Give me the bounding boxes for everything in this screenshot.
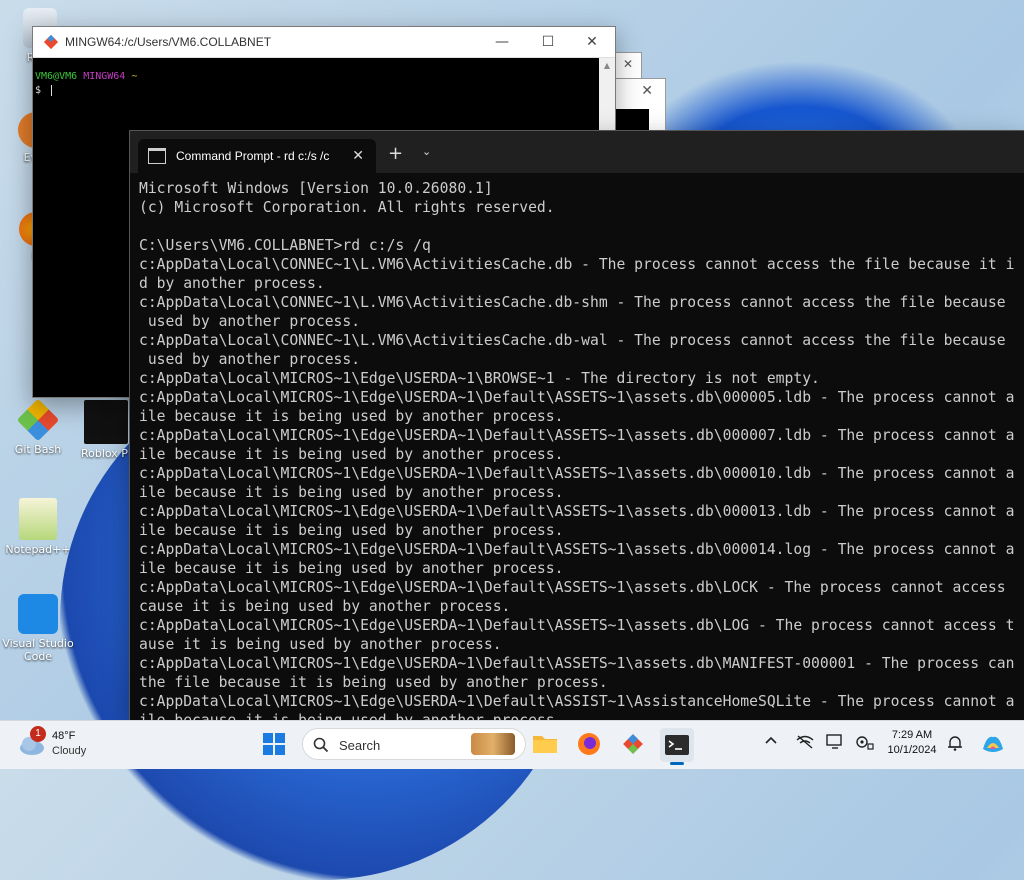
tray-copilot[interactable] — [980, 731, 1006, 757]
prompt-env: MINGW64 — [83, 71, 126, 82]
command-prompt-window[interactable]: Command Prompt - rd c:/s /c ✕ + ⌄ Micros… — [129, 130, 1024, 721]
terminal-line: the file because it is being used by ano… — [139, 674, 608, 691]
roblox-icon — [84, 400, 128, 444]
bash-input-line[interactable]: $ — [35, 84, 599, 98]
terminal-line: c:AppData\Local\CONNEC~1\L.VM6\Activitie… — [139, 332, 1006, 349]
text-cursor — [51, 84, 53, 96]
tray-network[interactable] — [796, 734, 814, 752]
gear-icon — [856, 736, 874, 750]
tray-clock[interactable]: 7:29 AM 10/1/2024 — [882, 727, 942, 763]
search-icon — [313, 737, 329, 753]
notepad-plus-plus-icon — [19, 498, 57, 540]
new-tab-button[interactable]: + — [388, 143, 403, 164]
git-bash-icon — [16, 398, 60, 442]
terminal-line: c:AppData\Local\MICROS~1\Edge\USERDA~1\D… — [139, 427, 1015, 444]
terminal-line: c:AppData\Local\MICROS~1\Edge\USERDA~1\D… — [139, 693, 1015, 710]
terminal-icon — [665, 735, 689, 755]
cmd-icon — [148, 148, 166, 164]
notification-badge: 1 — [30, 726, 46, 742]
terminal-line: c:AppData\Local\CONNEC~1\L.VM6\Activitie… — [139, 256, 1015, 273]
window-title: MINGW64:/c/Users/VM6.COLLABNET — [65, 35, 272, 49]
terminal-line: ile because it is being used by another … — [139, 484, 564, 501]
tab-title: Command Prompt - rd c:/s /c — [176, 149, 330, 163]
scroll-up-icon[interactable]: ▲ — [599, 58, 615, 70]
firefox-icon — [578, 733, 600, 755]
taskbar-git-bash[interactable] — [620, 731, 646, 757]
terminal-line: ile because it is being used by another … — [139, 522, 564, 539]
git-bash-icon — [623, 734, 643, 754]
network-offline-icon — [796, 735, 814, 749]
terminal-line: C:\Users\VM6.COLLABNET>rd c:/s /q — [139, 237, 431, 254]
terminal-line: ile because it is being used by another … — [139, 408, 564, 425]
terminal-line: c:AppData\Local\CONNEC~1\L.VM6\Activitie… — [139, 294, 1006, 311]
terminal-line: c:AppData\Local\MICROS~1\Edge\USERDA~1\B… — [139, 370, 820, 387]
minimize-button[interactable]: — — [479, 27, 525, 57]
terminal-line: used by another process. — [139, 313, 361, 330]
terminal-line: (c) Microsoft Corporation. All rights re… — [139, 199, 555, 216]
start-button[interactable] — [262, 732, 286, 756]
maximize-button[interactable]: ☐ — [525, 27, 571, 57]
desktop-icon-vscode[interactable]: Visual Studio Code — [2, 594, 74, 663]
tray-settings[interactable] — [854, 734, 874, 752]
tab-close-icon[interactable]: ✕ — [352, 148, 364, 164]
folder-icon — [533, 736, 557, 753]
terminal-tabbar: Command Prompt - rd c:/s /c ✕ + ⌄ — [130, 131, 1024, 173]
terminal-output[interactable]: Microsoft Windows [Version 10.0.26080.1]… — [139, 179, 1024, 721]
vscode-icon — [18, 594, 58, 634]
monitor-icon — [826, 734, 842, 749]
prompt-symbol: $ — [35, 85, 42, 96]
desktop-icon-git-bash[interactable]: Git Bash — [2, 398, 74, 456]
terminal-line: c:AppData\Local\MICROS~1\Edge\USERDA~1\D… — [139, 465, 1015, 482]
taskbar-search[interactable]: Search — [302, 728, 526, 760]
close-icon[interactable]: ✕ — [623, 57, 633, 71]
mingw64-titlebar[interactable]: MINGW64:/c/Users/VM6.COLLABNET — ☐ ✕ — [33, 27, 615, 58]
bell-icon — [948, 736, 962, 751]
prompt-path: ~ — [131, 71, 138, 82]
taskbar-terminal[interactable] — [660, 728, 694, 765]
copilot-icon — [983, 736, 1003, 752]
tray-notifications[interactable] — [946, 734, 966, 754]
active-app-indicator — [670, 762, 684, 765]
search-placeholder: Search — [339, 738, 381, 753]
terminal-line: cause it is being used by another proces… — [139, 598, 511, 615]
desktop-icon-notepad-plus-plus[interactable]: Notepad++ — [2, 498, 74, 556]
chevron-up-icon — [765, 736, 777, 744]
weather-condition: Cloudy — [52, 745, 87, 757]
tray-display[interactable] — [826, 734, 844, 752]
tray-overflow-button[interactable] — [764, 734, 782, 754]
weather-widget[interactable]: 1 48°F Cloudy — [16, 726, 126, 764]
terminal-line: ause it is being used by another process… — [139, 636, 502, 653]
bash-prompt-line: VM6@VM6 MINGW64 ~ — [35, 70, 599, 84]
terminal-line: Microsoft Windows [Version 10.0.26080.1] — [139, 180, 493, 197]
close-icon[interactable]: ✕ — [641, 83, 653, 99]
terminal-line: ile because it is being used by another … — [139, 560, 564, 577]
weather-temp: 48°F — [52, 730, 76, 742]
prompt-user: VM6@VM6 — [35, 71, 78, 82]
terminal-line: c:AppData\Local\MICROS~1\Edge\USERDA~1\D… — [139, 503, 1015, 520]
windows-logo-icon — [263, 733, 285, 755]
taskbar-file-explorer[interactable] — [532, 732, 558, 754]
close-button[interactable]: ✕ — [569, 27, 615, 57]
terminal-line: c:AppData\Local\MICROS~1\Edge\USERDA~1\D… — [139, 655, 1015, 672]
terminal-line: d by another process. — [139, 275, 325, 292]
terminal-line: c:AppData\Local\MICROS~1\Edge\USERDA~1\D… — [139, 579, 1006, 596]
terminal-line: c:AppData\Local\MICROS~1\Edge\USERDA~1\D… — [139, 389, 1015, 406]
chevron-down-icon[interactable]: ⌄ — [422, 145, 431, 158]
clock-date: 10/1/2024 — [887, 744, 937, 756]
git-bash-icon — [43, 34, 59, 50]
clock-time: 7:29 AM — [891, 729, 933, 741]
terminal-line: ile because it is being used by another … — [139, 446, 564, 463]
terminal-line: c:AppData\Local\MICROS~1\Edge\USERDA~1\D… — [139, 541, 1015, 558]
taskbar-firefox[interactable] — [576, 731, 602, 757]
terminal-line: used by another process. — [139, 351, 361, 368]
search-highlight-icon — [471, 733, 515, 755]
terminal-line: c:AppData\Local\MICROS~1\Edge\USERDA~1\D… — [139, 617, 1015, 634]
tab-command-prompt[interactable]: Command Prompt - rd c:/s /c ✕ — [138, 139, 376, 173]
